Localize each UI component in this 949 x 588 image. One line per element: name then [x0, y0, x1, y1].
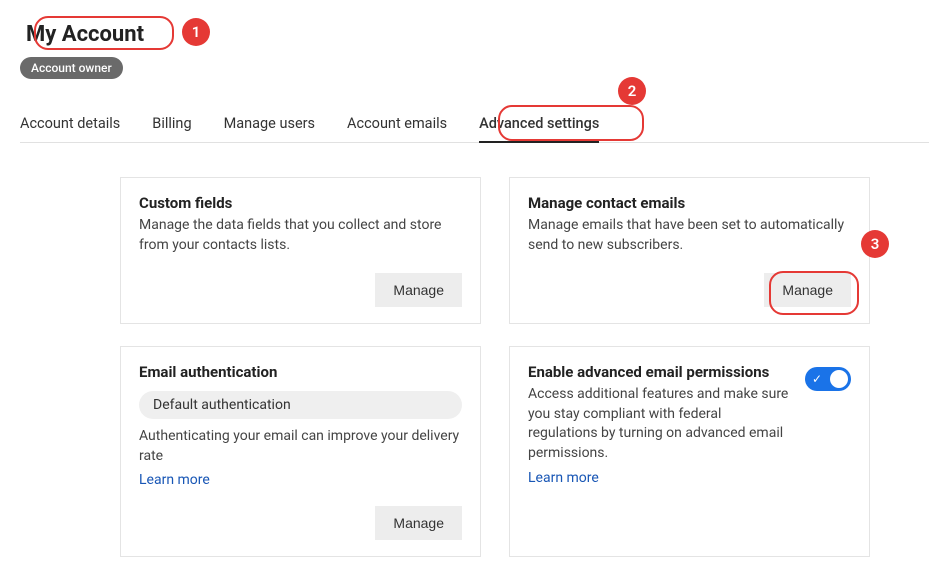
learn-more-link[interactable]: Learn more: [139, 472, 462, 488]
manage-custom-fields-button[interactable]: Manage: [375, 273, 462, 307]
card-title: Custom fields: [139, 194, 462, 212]
card-desc: Manage emails that have been set to auto…: [528, 216, 851, 255]
toggle-knob: [830, 370, 848, 388]
learn-more-link[interactable]: Learn more: [528, 470, 599, 486]
annotation-badge-3: 3: [861, 230, 889, 258]
tab-advanced-settings[interactable]: Advanced settings: [479, 107, 599, 143]
page-title: My Account: [20, 20, 150, 49]
card-desc: Access additional features and make sure…: [528, 385, 791, 463]
check-icon: ✓: [812, 372, 822, 386]
advanced-permissions-toggle[interactable]: ✓: [805, 367, 851, 391]
card-contact-emails: Manage contact emails Manage emails that…: [509, 177, 870, 324]
tab-account-details[interactable]: Account details: [20, 107, 120, 142]
tab-account-emails[interactable]: Account emails: [347, 107, 447, 142]
card-advanced-permissions: Enable advanced email permissions Access…: [509, 346, 870, 557]
card-title: Enable advanced email permissions: [528, 363, 791, 381]
tab-billing[interactable]: Billing: [152, 107, 191, 142]
role-badge: Account owner: [20, 57, 123, 79]
card-desc: Authenticating your email can improve yo…: [139, 427, 462, 466]
manage-contact-emails-button[interactable]: Manage: [764, 273, 851, 307]
card-title: Email authentication: [139, 363, 462, 381]
tabs: Account details Billing Manage users Acc…: [20, 107, 929, 143]
card-email-authentication: Email authentication Default authenticat…: [120, 346, 481, 557]
auth-status-chip: Default authentication: [139, 391, 462, 419]
annotation-badge-2: 2: [618, 77, 646, 105]
card-title: Manage contact emails: [528, 194, 851, 212]
card-desc: Manage the data fields that you collect …: [139, 216, 462, 255]
tab-manage-users[interactable]: Manage users: [224, 107, 315, 142]
manage-email-auth-button[interactable]: Manage: [375, 506, 462, 540]
card-custom-fields: Custom fields Manage the data fields tha…: [120, 177, 481, 324]
